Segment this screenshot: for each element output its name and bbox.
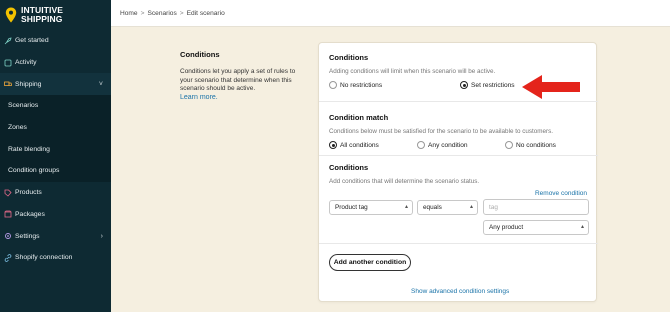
sidebar-item-products[interactable]: Products — [0, 182, 111, 204]
sidebar-item-get-started[interactable]: Get started — [0, 30, 111, 52]
condition-match-hint: Conditions below must be satisfied for t… — [329, 128, 554, 135]
learn-more-link[interactable]: Learn more. — [180, 94, 305, 101]
radio-set-restrictions[interactable]: Set restrictions — [460, 81, 515, 89]
chevron-down-icon: ˅ — [98, 80, 103, 88]
chevron-right-icon: › — [100, 232, 103, 240]
location-pin-icon — [5, 7, 17, 23]
rocket-icon — [4, 37, 12, 45]
radio-indicator — [505, 141, 513, 149]
sidebar-item-label: Shipping — [15, 80, 42, 88]
sidebar-item-settings[interactable]: Settings › — [0, 225, 111, 247]
sidebar-item-condition-groups[interactable]: Condition groups — [0, 160, 111, 182]
condition-match-title: Condition match — [329, 113, 389, 122]
breadcrumb-separator: > — [179, 9, 184, 17]
divider — [319, 101, 598, 102]
breadcrumb-current: Edit scenario — [186, 9, 225, 17]
select-value: equals — [423, 204, 442, 211]
sidebar-item-packages[interactable]: Packages — [0, 204, 111, 226]
breadcrumb-home[interactable]: Home — [120, 10, 138, 17]
breadcrumb-separator: > — [140, 9, 145, 17]
radio-any-condition[interactable]: Any condition — [417, 141, 468, 149]
sidebar: INTUITIVE SHIPPING Get started Activity … — [0, 0, 111, 312]
breadcrumb-scenarios[interactable]: Scenarios — [147, 10, 176, 17]
activity-icon — [4, 59, 12, 66]
radio-no-conditions[interactable]: No conditions — [505, 141, 556, 149]
conditions-list-title: Conditions — [329, 163, 369, 172]
condition-value-input[interactable]: tag — [483, 199, 589, 215]
radio-label: No conditions — [516, 141, 556, 149]
sidebar-item-rate-blending[interactable]: Rate blending — [0, 138, 111, 161]
radio-indicator — [460, 81, 468, 89]
sidebar-item-label: Products — [15, 189, 42, 197]
radio-label: All conditions — [340, 141, 379, 149]
chevron-updown-icon: ▴ — [404, 204, 408, 210]
sidebar-item-label: Get started — [15, 37, 49, 45]
show-advanced-settings-link[interactable]: Show advanced condition settings — [411, 288, 509, 295]
sidebar-item-label: Scenarios — [8, 102, 39, 110]
chevron-updown-icon: ▴ — [580, 224, 584, 230]
sidebar-item-label: Rate blending — [8, 145, 50, 153]
sidebar-item-label: Shopify connection — [15, 254, 73, 262]
tag-icon — [4, 189, 12, 197]
chevron-updown-icon: ▴ — [469, 204, 473, 210]
section-body: Conditions let you apply a set of rules … — [180, 68, 296, 93]
annotation-arrow-icon — [522, 75, 580, 99]
truck-icon — [4, 81, 12, 87]
breadcrumb: Home > Scenarios > Edit scenario — [111, 0, 670, 27]
sidebar-item-zones[interactable]: Zones — [0, 116, 111, 139]
radio-no-restrictions[interactable]: No restrictions — [329, 81, 382, 89]
select-value: Any product — [489, 224, 524, 231]
radio-indicator — [329, 81, 337, 89]
conditions-description: Conditions Conditions let you apply a se… — [180, 50, 305, 101]
section-title: Conditions — [180, 50, 220, 59]
conditions-hint: Adding conditions will limit when this s… — [329, 68, 496, 75]
condition-scope-select[interactable]: Any product ▴ — [483, 220, 589, 235]
radio-label: Set restrictions — [471, 81, 515, 89]
add-another-condition-button[interactable]: Add another condition — [329, 254, 411, 271]
sidebar-item-label: Packages — [15, 210, 45, 218]
box-icon — [4, 210, 12, 218]
sidebar-item-activity[interactable]: Activity — [0, 52, 111, 74]
brand-line-2: SHIPPING — [21, 14, 63, 24]
conditions-list-hint: Add conditions that will determine the s… — [329, 178, 480, 185]
radio-all-conditions[interactable]: All conditions — [329, 141, 379, 149]
sidebar-item-label: Zones — [8, 124, 27, 132]
divider — [319, 155, 598, 156]
radio-indicator — [417, 141, 425, 149]
link-icon — [4, 253, 12, 262]
sidebar-item-label: Condition groups — [8, 167, 60, 175]
radio-label: Any condition — [428, 141, 468, 149]
input-placeholder: tag — [489, 203, 498, 211]
sidebar-item-label: Activity — [15, 59, 37, 67]
conditions-title: Conditions — [329, 53, 369, 62]
divider — [319, 243, 598, 244]
sidebar-item-label: Settings — [15, 232, 40, 240]
remove-condition-link[interactable]: Remove condition — [535, 190, 587, 197]
condition-operator-select[interactable]: equals ▴ — [417, 200, 478, 215]
condition-field-select[interactable]: Product tag ▴ — [329, 200, 413, 215]
select-value: Product tag — [335, 204, 368, 211]
brand-logo[interactable]: INTUITIVE SHIPPING — [0, 0, 111, 30]
radio-label: No restrictions — [340, 81, 383, 89]
sidebar-item-shipping[interactable]: Shipping ˅ — [0, 73, 111, 96]
radio-indicator — [329, 141, 337, 149]
sidebar-item-shopify-connection[interactable]: Shopify connection — [0, 247, 111, 269]
gear-icon — [5, 233, 11, 239]
sidebar-item-scenarios[interactable]: Scenarios — [0, 95, 111, 117]
